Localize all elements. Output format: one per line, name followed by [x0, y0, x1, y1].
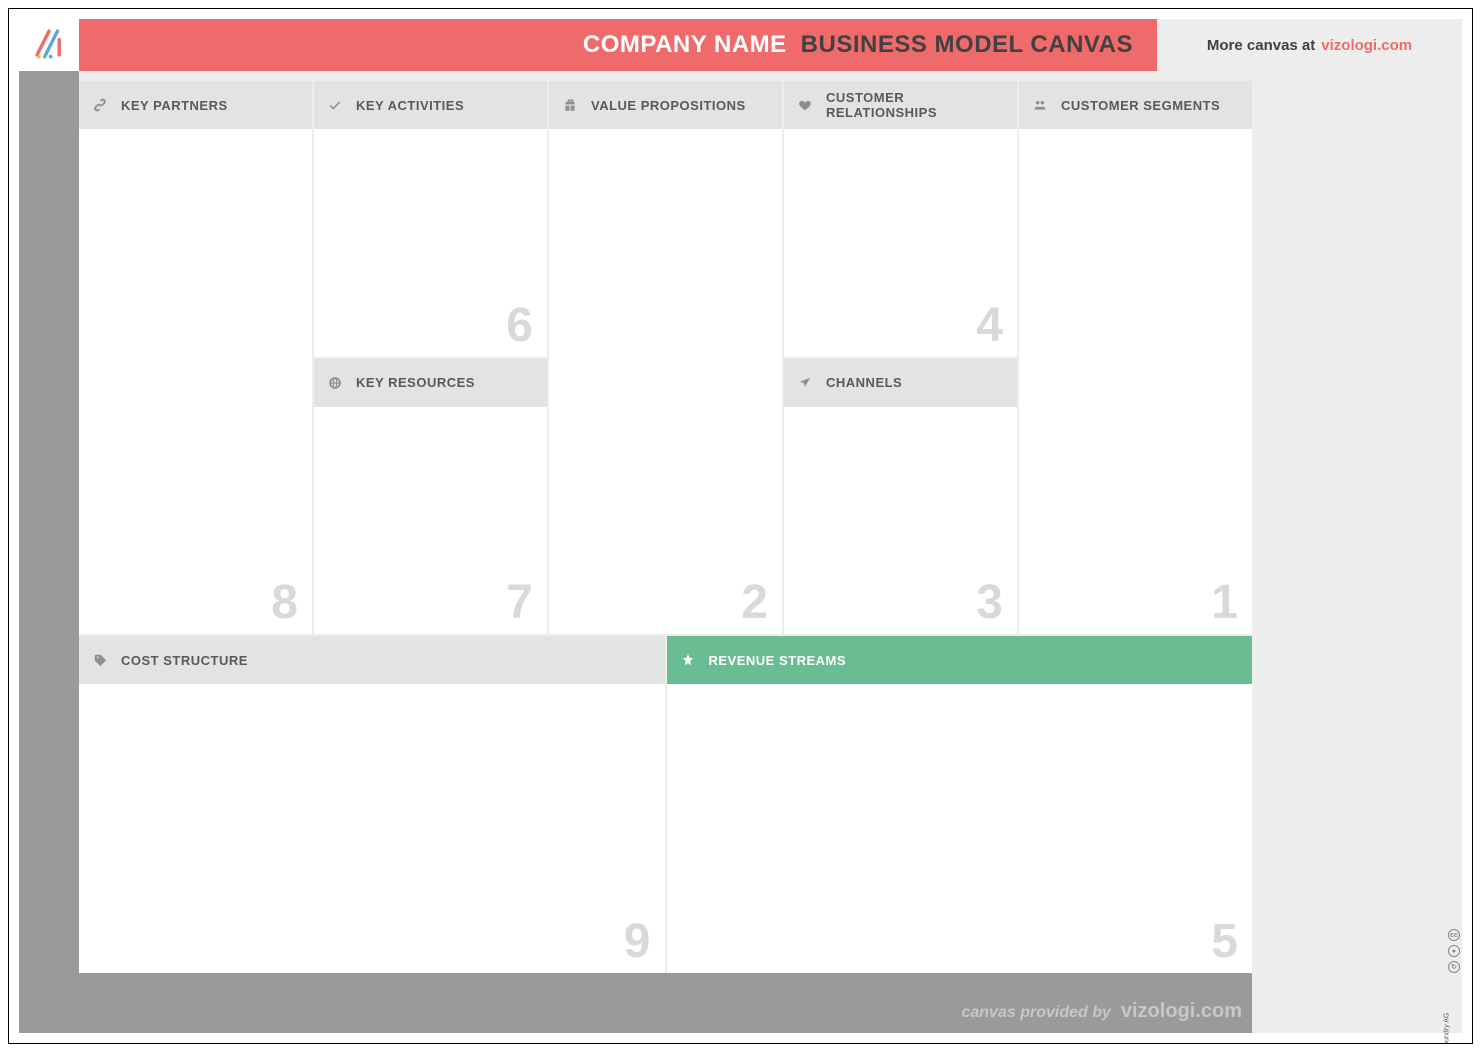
- title-bar: COMPANY NAME BUSINESS MODEL CANVAS: [79, 19, 1157, 71]
- star-icon: [681, 653, 695, 667]
- label-key-partners: KEY PARTNERS: [121, 98, 228, 113]
- label-customer-segments: CUSTOMER SEGMENTS: [1061, 98, 1220, 113]
- col-activities-resources: KEY ACTIVITIES 6 KEY RESOURCES: [314, 81, 549, 634]
- plane-icon: [798, 376, 812, 390]
- footer-text: canvas provided by: [961, 1004, 1110, 1022]
- cc-icon: cc: [1448, 929, 1460, 941]
- header-key-activities: KEY ACTIVITIES: [314, 81, 547, 129]
- header-customer-segments: CUSTOMER SEGMENTS: [1019, 81, 1252, 129]
- label-key-resources: KEY RESOURCES: [356, 375, 475, 390]
- block-key-partners: KEY PARTNERS 8: [79, 81, 314, 634]
- label-customer-relationships: CUSTOMER RELATIONSHIPS: [826, 90, 1003, 120]
- label-key-activities: KEY ACTIVITIES: [356, 98, 464, 113]
- more-canvas: More canvas at vizologi.com: [1157, 19, 1462, 71]
- canvas-title: BUSINESS MODEL CANVAS: [801, 31, 1133, 59]
- canvas-bottom-row: COST STRUCTURE 9 REVENUE STREAMS 5: [79, 636, 1252, 973]
- attribution: DESIGNED BY: Business Model Foundry AG: [1444, 973, 1452, 1044]
- vizologi-logo-icon: [32, 26, 66, 65]
- more-canvas-link[interactable]: vizologi.com: [1321, 37, 1412, 54]
- num-cost-structure: 9: [624, 914, 651, 969]
- block-cost-structure: COST STRUCTURE 9: [79, 636, 665, 973]
- num-customer-relationships: 4: [976, 298, 1003, 353]
- cc-icons: cc ● ↻: [1448, 929, 1460, 973]
- logo: [19, 19, 79, 71]
- header-value-propositions: VALUE PROPOSITIONS: [549, 81, 782, 129]
- num-key-partners: 8: [271, 575, 298, 630]
- body-value-propositions: 2: [549, 129, 782, 634]
- num-key-activities: 6: [506, 298, 533, 353]
- body-key-partners: 8: [79, 129, 312, 634]
- block-value-propositions: VALUE PROPOSITIONS 2: [549, 81, 784, 634]
- canvas-top-row: KEY PARTNERS 8 KEY ACTIVITIES: [79, 81, 1252, 634]
- tag-icon: [93, 653, 107, 667]
- body-key-resources: 7: [314, 407, 547, 635]
- attribution-value: Business Model Foundry AG: [1444, 1012, 1451, 1044]
- header-cost-structure: COST STRUCTURE: [79, 636, 665, 684]
- globe-icon: [328, 376, 342, 390]
- heart-icon: [798, 98, 812, 112]
- shadow-left: [19, 69, 79, 1033]
- bmc-canvas: KEY PARTNERS 8 KEY ACTIVITIES: [79, 81, 1252, 973]
- label-channels: CHANNELS: [826, 375, 902, 390]
- header-key-partners: KEY PARTNERS: [79, 81, 312, 129]
- body-cost-structure: 9: [79, 684, 665, 973]
- block-key-activities: KEY ACTIVITIES 6: [314, 81, 547, 357]
- num-channels: 3: [976, 575, 1003, 630]
- body-revenue-streams: 5: [667, 684, 1253, 973]
- header-channels: CHANNELS: [784, 359, 1017, 407]
- body-customer-segments: 1: [1019, 129, 1252, 634]
- block-key-resources: KEY RESOURCES 7: [314, 357, 547, 635]
- header-revenue-streams: REVENUE STREAMS: [667, 636, 1253, 684]
- col-relationships-channels: CUSTOMER RELATIONSHIPS 4 CHANNELS: [784, 81, 1019, 634]
- block-customer-relationships: CUSTOMER RELATIONSHIPS 4: [784, 81, 1017, 357]
- cc-by-icon: ●: [1448, 945, 1460, 957]
- people-icon: [1033, 98, 1047, 112]
- company-name: COMPANY NAME: [583, 31, 787, 59]
- label-cost-structure: COST STRUCTURE: [121, 653, 248, 668]
- body-channels: 3: [784, 407, 1017, 635]
- label-value-propositions: VALUE PROPOSITIONS: [591, 98, 746, 113]
- footer-brand: vizologi.com: [1121, 1000, 1242, 1023]
- more-canvas-text: More canvas at: [1207, 37, 1315, 54]
- block-revenue-streams: REVENUE STREAMS 5: [665, 636, 1253, 973]
- check-icon: [328, 98, 342, 112]
- block-channels: CHANNELS 3: [784, 357, 1017, 635]
- label-revenue-streams: REVENUE STREAMS: [709, 653, 847, 668]
- body-customer-relationships: 4: [784, 129, 1017, 357]
- header-customer-relationships: CUSTOMER RELATIONSHIPS: [784, 81, 1017, 129]
- num-key-resources: 7: [506, 575, 533, 630]
- block-customer-segments: CUSTOMER SEGMENTS 1: [1019, 81, 1252, 634]
- footer-credit: canvas provided by vizologi.com: [961, 1000, 1242, 1023]
- num-customer-segments: 1: [1211, 575, 1238, 630]
- cc-sa-icon: ↻: [1448, 961, 1460, 973]
- body-key-activities: 6: [314, 129, 547, 357]
- link-icon: [93, 98, 107, 112]
- canvas-frame: COMPANY NAME BUSINESS MODEL CANVAS More …: [8, 8, 1473, 1044]
- num-revenue-streams: 5: [1211, 914, 1238, 969]
- header-key-resources: KEY RESOURCES: [314, 359, 547, 407]
- gift-icon: [563, 98, 577, 112]
- num-value-propositions: 2: [741, 575, 768, 630]
